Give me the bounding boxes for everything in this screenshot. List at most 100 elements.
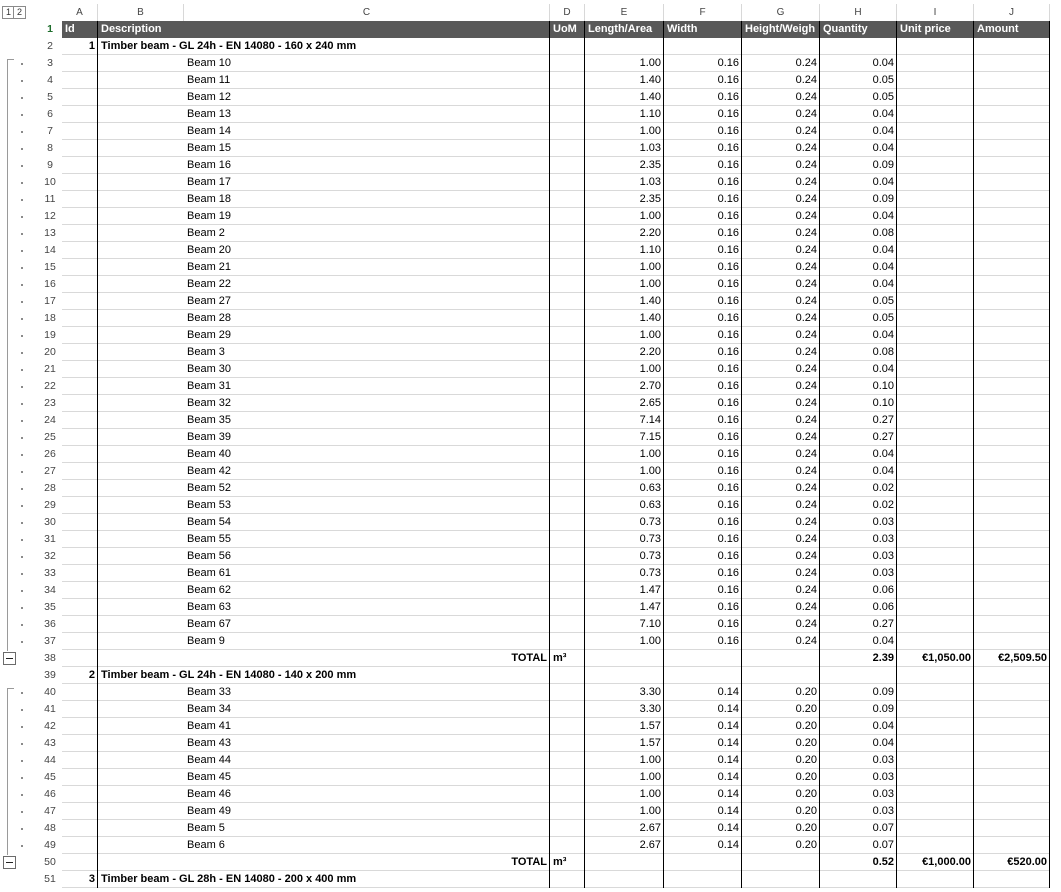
cell-j39[interactable] xyxy=(974,667,1050,684)
cell-a43[interactable] xyxy=(62,735,98,752)
cell-j24[interactable] xyxy=(974,412,1050,429)
cell-b48[interactable] xyxy=(98,820,184,837)
cell-b26[interactable] xyxy=(98,446,184,463)
cell-i30[interactable] xyxy=(897,514,974,531)
cell-b7[interactable] xyxy=(98,123,184,140)
cell-d36[interactable] xyxy=(550,616,585,633)
cell-d17[interactable] xyxy=(550,293,585,310)
cell-d40[interactable] xyxy=(550,684,585,701)
cell-e28[interactable]: 0.63 xyxy=(585,480,664,497)
cell-b36[interactable] xyxy=(98,616,184,633)
cell-c17[interactable]: Beam 27 xyxy=(184,293,550,310)
cell-b22[interactable] xyxy=(98,378,184,395)
cell-b10[interactable] xyxy=(98,174,184,191)
cell-d14[interactable] xyxy=(550,242,585,259)
cell-d41[interactable] xyxy=(550,701,585,718)
cell-i22[interactable] xyxy=(897,378,974,395)
cell-f16[interactable]: 0.16 xyxy=(664,276,742,293)
cell-c25[interactable]: Beam 39 xyxy=(184,429,550,446)
cell-b2[interactable]: 1 xyxy=(62,38,98,55)
cell-h40[interactable]: 0.09 xyxy=(820,684,897,701)
cell-b49[interactable] xyxy=(98,837,184,854)
cell-c4[interactable]: Beam 11 xyxy=(184,72,550,89)
cell-h29[interactable]: 0.02 xyxy=(820,497,897,514)
cell-e33[interactable]: 0.73 xyxy=(585,565,664,582)
cell-d2[interactable] xyxy=(550,38,585,55)
cell-i48[interactable] xyxy=(897,820,974,837)
cell-i41[interactable] xyxy=(897,701,974,718)
outline-level-2-button[interactable]: 2 xyxy=(13,6,26,19)
row-number[interactable]: 38 xyxy=(38,650,62,667)
cell-j46[interactable] xyxy=(974,786,1050,803)
cell-d44[interactable] xyxy=(550,752,585,769)
cell-j25[interactable] xyxy=(974,429,1050,446)
cell-b17[interactable] xyxy=(98,293,184,310)
column-header-i[interactable]: I xyxy=(897,4,974,21)
cell-b34[interactable] xyxy=(98,582,184,599)
cell-h21[interactable]: 0.04 xyxy=(820,361,897,378)
cell-f34[interactable]: 0.16 xyxy=(664,582,742,599)
cell-j16[interactable] xyxy=(974,276,1050,293)
cell-d28[interactable] xyxy=(550,480,585,497)
cell-e4[interactable]: 1.40 xyxy=(585,72,664,89)
cell-b35[interactable] xyxy=(98,599,184,616)
cell-j50[interactable]: €520.00 xyxy=(974,854,1050,871)
cell-h27[interactable]: 0.04 xyxy=(820,463,897,480)
column-header-j[interactable]: J xyxy=(974,4,1050,21)
cell-g8[interactable]: 0.24 xyxy=(742,140,820,157)
cell-i43[interactable] xyxy=(897,735,974,752)
cell-e19[interactable]: 1.00 xyxy=(585,327,664,344)
cell-g27[interactable]: 0.24 xyxy=(742,463,820,480)
cell-e49[interactable]: 2.67 xyxy=(585,837,664,854)
cell-i39[interactable] xyxy=(897,667,974,684)
cell-j2[interactable] xyxy=(974,38,1050,55)
cell-d45[interactable] xyxy=(550,769,585,786)
cell-c40[interactable]: Beam 33 xyxy=(184,684,550,701)
cell-j26[interactable] xyxy=(974,446,1050,463)
row-number[interactable]: 48 xyxy=(38,820,62,837)
cell-g42[interactable]: 0.20 xyxy=(742,718,820,735)
cell-j34[interactable] xyxy=(974,582,1050,599)
row-number[interactable]: 42 xyxy=(38,718,62,735)
cell-c2[interactable]: Timber beam - GL 24h - EN 14080 - 160 x … xyxy=(98,38,585,55)
row-number[interactable]: 37 xyxy=(38,633,62,650)
cell-d49[interactable] xyxy=(550,837,585,854)
cell-c51[interactable]: Timber beam - GL 28h - EN 14080 - 200 x … xyxy=(98,871,585,888)
cell-e39[interactable] xyxy=(585,667,664,684)
row-number[interactable]: 36 xyxy=(38,616,62,633)
cell-g21[interactable]: 0.24 xyxy=(742,361,820,378)
row-number[interactable]: 22 xyxy=(38,378,62,395)
cell-d23[interactable] xyxy=(550,395,585,412)
cell-h33[interactable]: 0.03 xyxy=(820,565,897,582)
cell-e42[interactable]: 1.57 xyxy=(585,718,664,735)
cell-f11[interactable]: 0.16 xyxy=(664,191,742,208)
column-header-a[interactable]: A xyxy=(62,4,98,21)
row-number[interactable]: 11 xyxy=(38,191,62,208)
cell-c39[interactable]: Timber beam - GL 24h - EN 14080 - 140 x … xyxy=(98,667,585,684)
cell-f17[interactable]: 0.16 xyxy=(664,293,742,310)
cell-e37[interactable]: 1.00 xyxy=(585,633,664,650)
cell-h23[interactable]: 0.10 xyxy=(820,395,897,412)
cell-i27[interactable] xyxy=(897,463,974,480)
cell-j51[interactable] xyxy=(974,871,1050,888)
cell-d50[interactable]: m³ xyxy=(550,854,585,871)
cell-j7[interactable] xyxy=(974,123,1050,140)
cell-h46[interactable]: 0.03 xyxy=(820,786,897,803)
cell-g45[interactable]: 0.20 xyxy=(742,769,820,786)
row-number[interactable]: 18 xyxy=(38,310,62,327)
cell-a21[interactable] xyxy=(62,361,98,378)
cell-e13[interactable]: 2.20 xyxy=(585,225,664,242)
cell-b43[interactable] xyxy=(98,735,184,752)
cell-a17[interactable] xyxy=(62,293,98,310)
cell-a6[interactable] xyxy=(62,106,98,123)
cell-b14[interactable] xyxy=(98,242,184,259)
cell-c7[interactable]: Beam 14 xyxy=(184,123,550,140)
cell-c36[interactable]: Beam 67 xyxy=(184,616,550,633)
cell-j18[interactable] xyxy=(974,310,1050,327)
cell-a14[interactable] xyxy=(62,242,98,259)
cell-h22[interactable]: 0.10 xyxy=(820,378,897,395)
cell-c34[interactable]: Beam 62 xyxy=(184,582,550,599)
cell-i47[interactable] xyxy=(897,803,974,820)
cell-f25[interactable]: 0.16 xyxy=(664,429,742,446)
cell-j22[interactable] xyxy=(974,378,1050,395)
